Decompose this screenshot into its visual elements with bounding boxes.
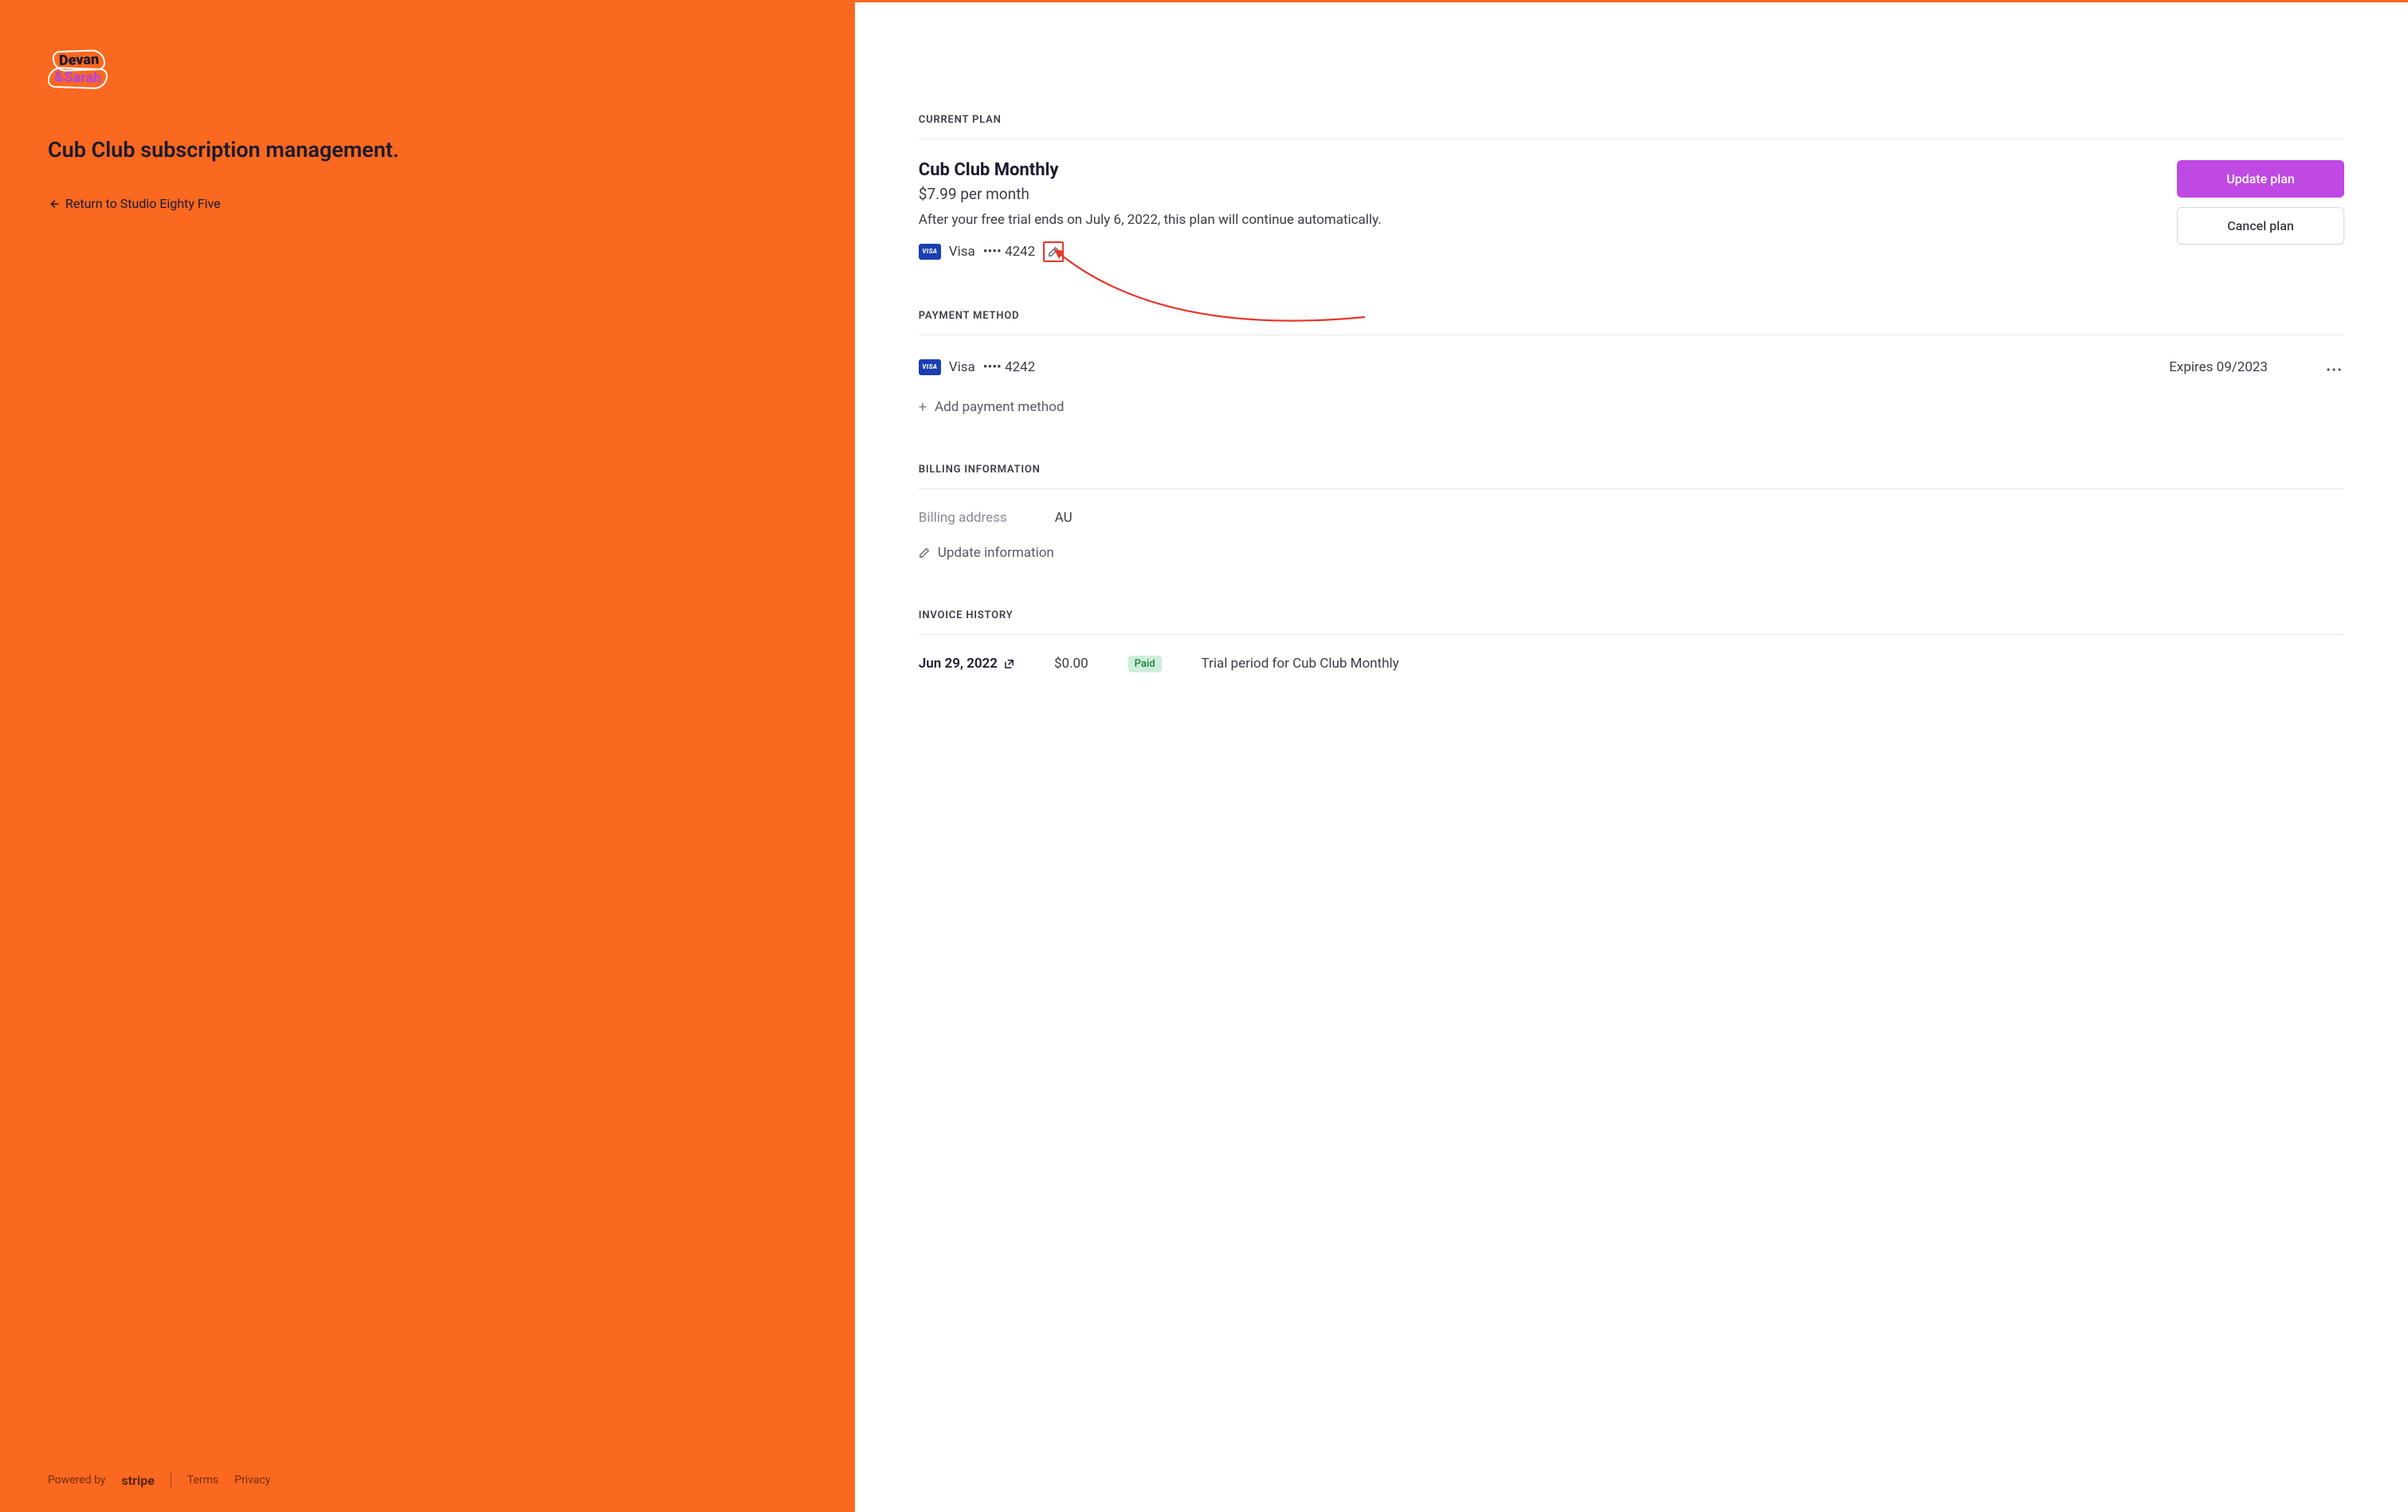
pencil-icon [1048, 246, 1059, 257]
more-horizontal-icon [2327, 368, 2341, 371]
current-plan-heading: CURRENT PLAN [919, 114, 2344, 126]
pm-card-brand: Visa [949, 359, 975, 375]
pencil-icon [919, 547, 930, 558]
plan-price: $7.99 per month [919, 185, 2158, 203]
return-link-label: Return to Studio Eighty Five [65, 196, 221, 211]
invoice-status-badge: Paid [1128, 656, 1162, 672]
logo-text-bottom: &Sarah [54, 69, 102, 87]
edit-payment-highlight [1043, 241, 1064, 262]
cancel-plan-button[interactable]: Cancel plan [2177, 207, 2344, 245]
divider [919, 634, 2344, 635]
sidebar: Devan &Sarah Cub Club subscription manag… [0, 2, 855, 1512]
sidebar-footer: Powered by stripe Terms Privacy [48, 1472, 807, 1488]
visa-badge-icon: VISA [919, 244, 941, 260]
edit-payment-button[interactable] [1048, 246, 1059, 257]
plus-icon: + [919, 399, 927, 416]
plan-details: Cub Club Monthly $7.99 per month After y… [919, 160, 2158, 262]
privacy-link[interactable]: Privacy [234, 1474, 270, 1487]
return-link[interactable]: Return to Studio Eighty Five [48, 196, 807, 211]
billing-address-row: Billing address AU [919, 510, 2344, 526]
plan-row: Cub Club Monthly $7.99 per month After y… [919, 160, 2344, 262]
plan-card-brand: Visa [949, 244, 975, 260]
plan-card-mask: •••• 4242 [983, 244, 1035, 260]
payment-method-section: PAYMENT METHOD VISA Visa •••• 4242 Expir… [919, 310, 2344, 416]
pm-card-mask: •••• 4242 [983, 359, 1035, 375]
main-content: CURRENT PLAN Cub Club Monthly $7.99 per … [855, 2, 2408, 1512]
billing-heading: BILLING INFORMATION [919, 464, 2344, 476]
invoice-heading: INVOICE HISTORY [919, 609, 2344, 621]
invoice-description: Trial period for Cub Club Monthly [1202, 656, 1399, 672]
terms-link[interactable]: Terms [187, 1474, 218, 1487]
add-payment-method-button[interactable]: + Add payment method [919, 399, 1065, 416]
billing-section: BILLING INFORMATION Billing address AU U… [919, 464, 2344, 562]
pm-expires: Expires 09/2023 [2169, 359, 2268, 375]
add-pm-label: Add payment method [935, 399, 1064, 415]
plan-note: After your free trial ends on July 6, 20… [919, 211, 2158, 230]
invoice-date-text: Jun 29, 2022 [919, 656, 998, 672]
plan-card-row: VISA Visa •••• 4242 [919, 241, 2158, 262]
stripe-logo[interactable]: stripe [122, 1473, 155, 1488]
billing-address-value: AU [1055, 510, 1073, 526]
plan-actions: Update plan Cancel plan [2177, 160, 2344, 245]
invoice-row[interactable]: Jun 29, 2022 $0.00 Paid Trial period for… [919, 656, 2344, 672]
visa-badge-icon: VISA [919, 359, 941, 375]
invoice-amount: $0.00 [1054, 656, 1088, 672]
update-billing-label: Update information [938, 545, 1054, 561]
update-billing-button[interactable]: Update information [919, 545, 1054, 561]
invoice-section: INVOICE HISTORY Jun 29, 2022 $0.00 Paid … [919, 609, 2344, 672]
external-link-icon [1004, 659, 1014, 669]
arrow-left-icon [48, 198, 59, 210]
page-title: Cub Club subscription management. [48, 136, 807, 164]
powered-by-label: Powered by [48, 1474, 106, 1487]
logo: Devan &Sarah [48, 47, 807, 92]
divider [919, 488, 2344, 489]
pm-more-button[interactable] [2324, 356, 2344, 378]
invoice-date: Jun 29, 2022 [919, 656, 1014, 672]
billing-address-label: Billing address [919, 510, 1007, 526]
plan-name: Cub Club Monthly [919, 160, 2158, 180]
update-plan-button[interactable]: Update plan [2177, 160, 2344, 198]
payment-method-row: VISA Visa •••• 4242 Expires 09/2023 [919, 356, 2344, 378]
payment-method-heading: PAYMENT METHOD [919, 310, 2344, 322]
